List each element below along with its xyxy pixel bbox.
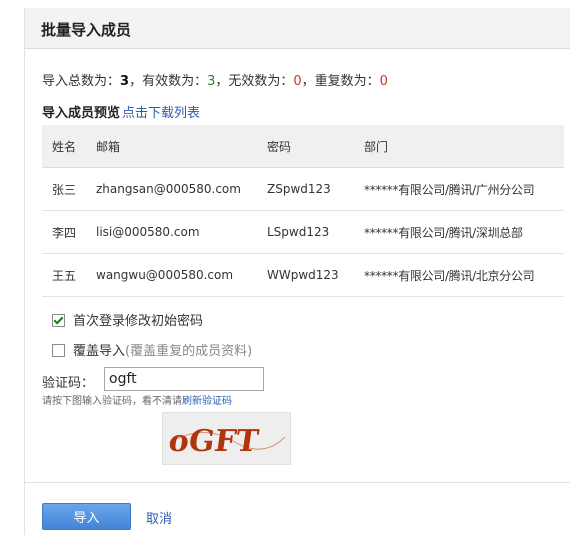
cell-department: ******有限公司/腾讯/北京分公司 bbox=[354, 253, 564, 297]
total-label: 导入总数为： bbox=[42, 74, 121, 89]
column-header-name: 姓名 bbox=[42, 125, 86, 168]
valid-label: ，有效数为： bbox=[129, 74, 208, 89]
duplicate-label: ，重复数为： bbox=[301, 74, 380, 89]
first-login-checkbox[interactable] bbox=[52, 314, 65, 327]
captcha-label: 验证码： bbox=[42, 376, 95, 391]
captcha-hint: 请按下图输入验证码，看不清请刷新验证码 bbox=[42, 392, 232, 407]
cell-email: lisi@000580.com bbox=[86, 210, 257, 254]
preview-heading: 导入成员预览 点击下载列表 bbox=[42, 102, 200, 121]
overwrite-checkbox[interactable] bbox=[52, 344, 65, 357]
column-header-department: 部门 bbox=[354, 125, 564, 168]
table-row: 王五 wangwu@000580.com WWpwd123 ******有限公司… bbox=[42, 253, 564, 297]
total-count: 3 bbox=[120, 74, 130, 89]
table-header-row: 姓名 邮箱 密码 部门 bbox=[42, 125, 564, 168]
captcha-image-text: oGFT bbox=[167, 424, 262, 459]
captcha-hint-text: 请按下图输入验证码，看不清请 bbox=[42, 396, 182, 407]
member-preview-table: 姓名 邮箱 密码 部门 张三 zhangsan@000580.com ZSpwd… bbox=[42, 125, 564, 297]
cell-name: 王五 bbox=[42, 253, 86, 297]
import-stats: 导入总数为：3，有效数为：3，无效数为：0，重复数为：0 bbox=[42, 70, 388, 89]
column-header-email: 邮箱 bbox=[86, 125, 257, 168]
table-row: 张三 zhangsan@000580.com ZSpwd123 ******有限… bbox=[42, 167, 564, 211]
overwrite-option[interactable]: 覆盖导入(覆盖重复的成员资料) bbox=[52, 340, 252, 359]
cell-department: ******有限公司/腾讯/深圳总部 bbox=[354, 210, 564, 254]
dialog-header: 批量导入成员 bbox=[25, 8, 570, 49]
cell-department: ******有限公司/腾讯/广州分公司 bbox=[354, 167, 564, 211]
overwrite-label: 覆盖导入 bbox=[73, 344, 126, 359]
captcha-input[interactable] bbox=[104, 367, 264, 391]
first-login-option[interactable]: 首次登录修改初始密码 bbox=[52, 310, 203, 329]
overwrite-hint: (覆盖重复的成员资料) bbox=[125, 344, 253, 359]
refresh-captcha-link[interactable]: 刷新验证码 bbox=[182, 396, 232, 407]
column-header-password: 密码 bbox=[257, 125, 354, 168]
dialog-title: 批量导入成员 bbox=[41, 21, 132, 39]
cell-email: zhangsan@000580.com bbox=[86, 167, 257, 211]
first-login-label: 首次登录修改初始密码 bbox=[73, 314, 204, 329]
cancel-link[interactable]: 取消 bbox=[146, 508, 172, 527]
invalid-label: ，无效数为： bbox=[215, 74, 294, 89]
captcha-image[interactable]: oGFT bbox=[162, 412, 291, 465]
cell-password: ZSpwd123 bbox=[257, 167, 354, 211]
cell-email: wangwu@000580.com bbox=[86, 253, 257, 297]
cell-password: WWpwd123 bbox=[257, 253, 354, 297]
import-button[interactable]: 导入 bbox=[42, 503, 131, 530]
footer-divider bbox=[25, 482, 570, 483]
preview-label: 导入成员预览 bbox=[42, 106, 121, 121]
duplicate-count: 0 bbox=[379, 74, 388, 89]
table-row: 李四 lisi@000580.com LSpwd123 ******有限公司/腾… bbox=[42, 210, 564, 254]
download-list-link[interactable]: 点击下载列表 bbox=[122, 106, 200, 121]
cell-name: 张三 bbox=[42, 167, 86, 211]
cell-name: 李四 bbox=[42, 210, 86, 254]
captcha-image-graphic: oGFT bbox=[167, 424, 286, 459]
cell-password: LSpwd123 bbox=[257, 210, 354, 254]
left-border bbox=[24, 8, 25, 535]
invalid-count: 0 bbox=[293, 74, 302, 89]
